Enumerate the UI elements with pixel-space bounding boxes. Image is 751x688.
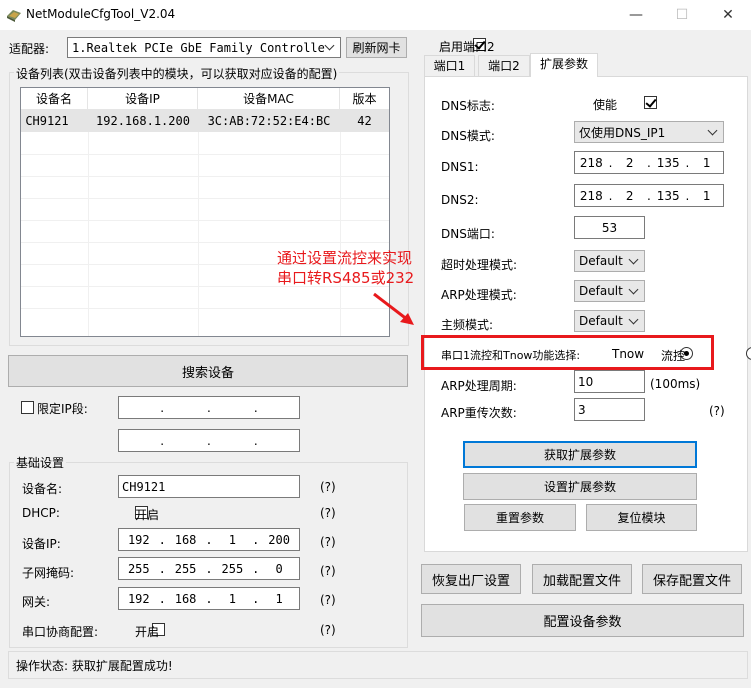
timeout-mode-value: Default	[579, 254, 623, 268]
annotation-line-2: 串口转RS485或232	[277, 269, 415, 287]
arp-period-label: ARP处理周期:	[441, 379, 517, 393]
device-table[interactable]: 设备名 设备IP 设备MAC 版本 CH9121 192.168.1.200 3…	[20, 87, 390, 337]
help-icon[interactable]: (?)	[320, 593, 336, 607]
column-header-version[interactable]: 版本	[340, 88, 389, 110]
help-icon[interactable]: (?)	[709, 404, 725, 418]
help-icon[interactable]: (?)	[320, 506, 336, 520]
annotation-line-1: 通过设置流控来实现	[277, 249, 413, 267]
freq-mode-value: Default	[579, 314, 623, 328]
configure-device-button[interactable]: 配置设备参数	[421, 604, 744, 637]
window-title: NetModuleCfgTool_V2.04	[26, 7, 176, 21]
dns-port-label: DNS端口:	[441, 227, 495, 241]
annotation-text: 通过设置流控来实现 串口转RS485或232	[277, 248, 414, 288]
cell-device-version: 42	[357, 114, 372, 128]
chevron-down-icon	[628, 254, 639, 264]
load-config-button[interactable]: 加载配置文件	[532, 564, 632, 594]
ip-range-end-input[interactable]: . . .	[118, 429, 300, 452]
column-header-ip[interactable]: 设备IP	[88, 88, 198, 110]
dns-port-input[interactable]: 53	[574, 216, 645, 239]
subnet-mask-label: 子网掩码:	[22, 566, 75, 580]
arp-period-unit: (100ms)	[650, 377, 701, 391]
chevron-down-icon	[628, 284, 639, 294]
dns1-label: DNS1:	[441, 160, 479, 174]
help-icon[interactable]: (?)	[320, 480, 336, 494]
chevron-down-icon	[707, 125, 718, 135]
chevron-down-icon	[324, 40, 335, 51]
status-text: 操作状态: 获取扩展配置成功!	[16, 659, 173, 673]
factory-reset-button[interactable]: 恢复出厂设置	[421, 564, 521, 594]
help-icon[interactable]: (?)	[320, 623, 336, 637]
reset-params-button[interactable]: 重置参数	[464, 504, 576, 531]
adapter-select[interactable]: 1.Realtek PCIe GbE Family Controlle	[67, 37, 341, 58]
cell-device-mac: 3C:AB:72:52:E4:BC	[207, 114, 331, 128]
minimize-button[interactable]: —	[613, 0, 659, 30]
dns-enable-label: 使能	[593, 98, 618, 112]
table-row[interactable]: CH9121 192.168.1.200 3C:AB:72:52:E4:BC 4…	[21, 110, 389, 132]
help-icon[interactable]: (?)	[320, 535, 336, 549]
arp-mode-select[interactable]: Default	[574, 280, 645, 302]
enable-port2-label: 启用端口2	[439, 40, 495, 54]
dns-enable-checkbox[interactable]	[644, 96, 658, 109]
ip-range-label: 限定IP段:	[37, 402, 88, 416]
help-icon[interactable]: (?)	[320, 564, 336, 578]
device-list-legend: 设备列表(双击设备列表中的模块，可以获取对应设备的配置)	[14, 65, 340, 82]
dns2-input[interactable]: 218. 2. 135. 1	[574, 184, 724, 207]
tab-port2[interactable]: 端口2	[478, 55, 530, 76]
dhcp-option-label: 开启	[135, 508, 160, 522]
adapter-select-value: 1.Realtek PCIe GbE Family Controlle	[72, 40, 325, 55]
gateway-label: 网关:	[22, 595, 51, 609]
basic-settings-legend: 基础设置	[14, 454, 67, 471]
get-extended-params-button[interactable]: 获取扩展参数	[463, 441, 697, 468]
timeout-mode-select[interactable]: Default	[574, 250, 645, 272]
set-extended-params-button[interactable]: 设置扩展参数	[463, 473, 697, 500]
dns-mode-select[interactable]: 仅使用DNS_IP1	[574, 121, 724, 143]
subnet-mask-input[interactable]: 255. 255. 255. 0	[118, 557, 300, 580]
app-icon	[7, 10, 21, 22]
device-ip-label: 设备IP:	[22, 537, 61, 551]
arp-retry-label: ARP重传次数:	[441, 406, 517, 420]
arp-period-input[interactable]: 10	[574, 370, 645, 393]
tab-extended-params[interactable]: 扩展参数	[530, 53, 598, 77]
freq-mode-label: 主频模式:	[441, 318, 494, 332]
dns2-label: DNS2:	[441, 193, 479, 207]
annotation-arrow-icon	[373, 292, 414, 325]
dhcp-label: DHCP:	[22, 506, 60, 520]
ip-range-start-input[interactable]: . . .	[118, 396, 300, 419]
cell-device-name: CH9121	[25, 114, 69, 128]
device-name-label: 设备名:	[22, 482, 63, 496]
column-header-name[interactable]: 设备名	[21, 88, 88, 110]
device-ip-input[interactable]: 192. 168. 1. 200	[118, 528, 300, 551]
ip-range-checkbox[interactable]	[21, 401, 34, 414]
column-header-mac[interactable]: 设备MAC	[198, 88, 340, 110]
refresh-adapter-button[interactable]: 刷新网卡	[346, 37, 407, 58]
dns-flag-label: DNS标志:	[441, 99, 495, 113]
close-button[interactable]: ✕	[705, 0, 751, 30]
serial-negotiate-option-label: 开启	[135, 625, 160, 639]
chevron-down-icon	[628, 314, 639, 324]
timeout-mode-label: 超时处理模式:	[441, 258, 518, 272]
tab-port1[interactable]: 端口1	[424, 55, 475, 76]
dns-mode-value: 仅使用DNS_IP1	[579, 125, 666, 140]
gateway-input[interactable]: 192. 168. 1. 1	[118, 587, 300, 610]
arp-mode-label: ARP处理模式:	[441, 288, 517, 302]
dns1-input[interactable]: 218. 2. 135. 1	[574, 151, 724, 174]
dns-mode-label: DNS模式:	[441, 129, 495, 143]
device-name-input[interactable]: CH9121	[118, 475, 300, 498]
search-device-button[interactable]: 搜索设备	[8, 355, 408, 387]
maximize-button: ☐	[675, 7, 689, 23]
adapter-label: 适配器:	[9, 42, 50, 56]
arp-retry-input[interactable]: 3	[574, 398, 645, 421]
flow-control-highlight	[421, 335, 714, 370]
serial-negotiate-label: 串口协商配置:	[22, 625, 99, 639]
cell-device-ip: 192.168.1.200	[96, 114, 190, 128]
reboot-module-button[interactable]: 复位模块	[586, 504, 697, 531]
save-config-button[interactable]: 保存配置文件	[642, 564, 742, 594]
arp-mode-value: Default	[579, 284, 623, 298]
freq-mode-select[interactable]: Default	[574, 310, 645, 332]
